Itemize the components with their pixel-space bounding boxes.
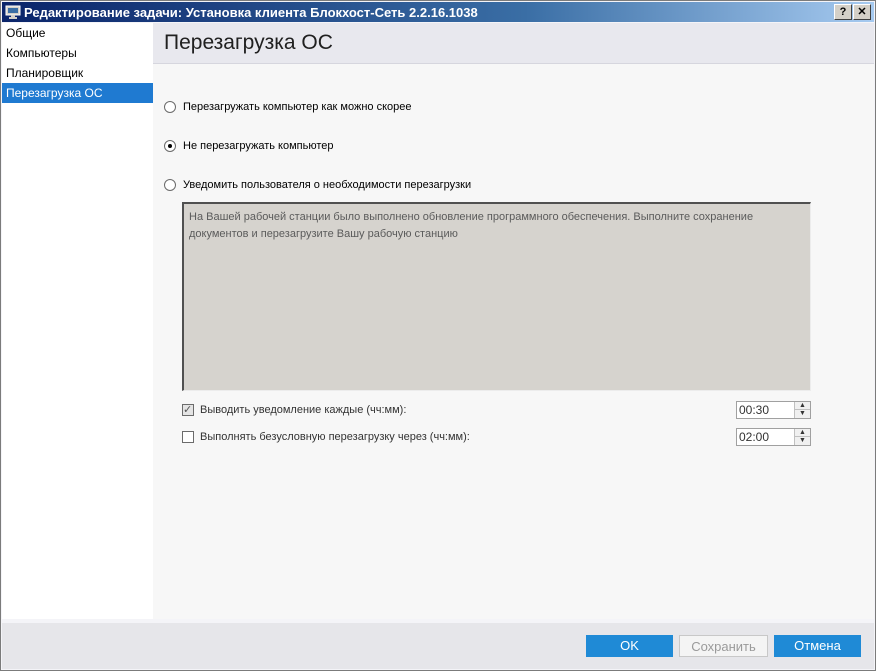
sidebar-nav: Общие Компьютеры Планировщик Перезагрузк… bbox=[2, 23, 153, 619]
window-title: Редактирование задачи: Установка клиента… bbox=[24, 5, 478, 20]
close-button[interactable]: ✕ bbox=[853, 4, 871, 20]
dialog-window: Редактирование задачи: Установка клиента… bbox=[0, 0, 876, 671]
sidebar-item-general[interactable]: Общие bbox=[2, 23, 153, 43]
ok-button[interactable]: OK bbox=[586, 635, 673, 657]
spin-up-button[interactable]: ▲ bbox=[794, 429, 810, 437]
settings-panel: Перезагружать компьютер как можно скорее… bbox=[153, 64, 874, 619]
force-restart-label: Выполнять безусловную перезагрузку через… bbox=[200, 431, 470, 443]
radio-no-restart-label: Не перезагружать компьютер bbox=[183, 140, 334, 152]
spin-down-button[interactable]: ▼ bbox=[794, 437, 810, 445]
force-restart-time-stepper[interactable]: ▲ ▼ bbox=[736, 428, 811, 446]
radio-button[interactable] bbox=[164, 101, 176, 113]
radio-button[interactable] bbox=[164, 179, 176, 191]
notification-message-textarea[interactable]: На Вашей рабочей станции было выполнено … bbox=[182, 202, 811, 391]
sidebar-item-computers[interactable]: Компьютеры bbox=[2, 43, 153, 63]
notify-every-checkbox[interactable] bbox=[182, 402, 194, 418]
spin-up-button[interactable]: ▲ bbox=[794, 402, 810, 410]
page-title: Перезагрузка ОС bbox=[164, 31, 333, 54]
page-header: Перезагрузка ОС bbox=[153, 23, 874, 64]
cancel-button[interactable]: Отмена bbox=[774, 635, 861, 657]
dialog-footer: OK Сохранить Отмена bbox=[2, 623, 874, 669]
sidebar-item-scheduler[interactable]: Планировщик bbox=[2, 63, 153, 83]
title-bar[interactable]: Редактирование задачи: Установка клиента… bbox=[2, 2, 874, 22]
spin-down-button[interactable]: ▼ bbox=[794, 410, 810, 418]
notify-every-time-stepper[interactable]: ▲ ▼ bbox=[736, 401, 811, 419]
radio-notify-user-label: Уведомить пользователя о необходимости п… bbox=[183, 179, 472, 191]
radio-restart-asap-label: Перезагружать компьютер как можно скорее bbox=[183, 101, 412, 113]
monitor-icon bbox=[5, 4, 21, 20]
radio-button-selected[interactable] bbox=[164, 140, 176, 152]
force-restart-checkbox[interactable] bbox=[182, 431, 194, 443]
save-button[interactable]: Сохранить bbox=[679, 635, 768, 657]
help-button[interactable]: ? bbox=[834, 4, 852, 20]
notify-every-time-input[interactable] bbox=[739, 403, 789, 417]
sidebar-item-os-restart[interactable]: Перезагрузка ОС bbox=[2, 83, 153, 103]
force-restart-time-input[interactable] bbox=[739, 430, 789, 444]
notify-every-label: Выводить уведомление каждые (чч:мм): bbox=[200, 404, 407, 416]
